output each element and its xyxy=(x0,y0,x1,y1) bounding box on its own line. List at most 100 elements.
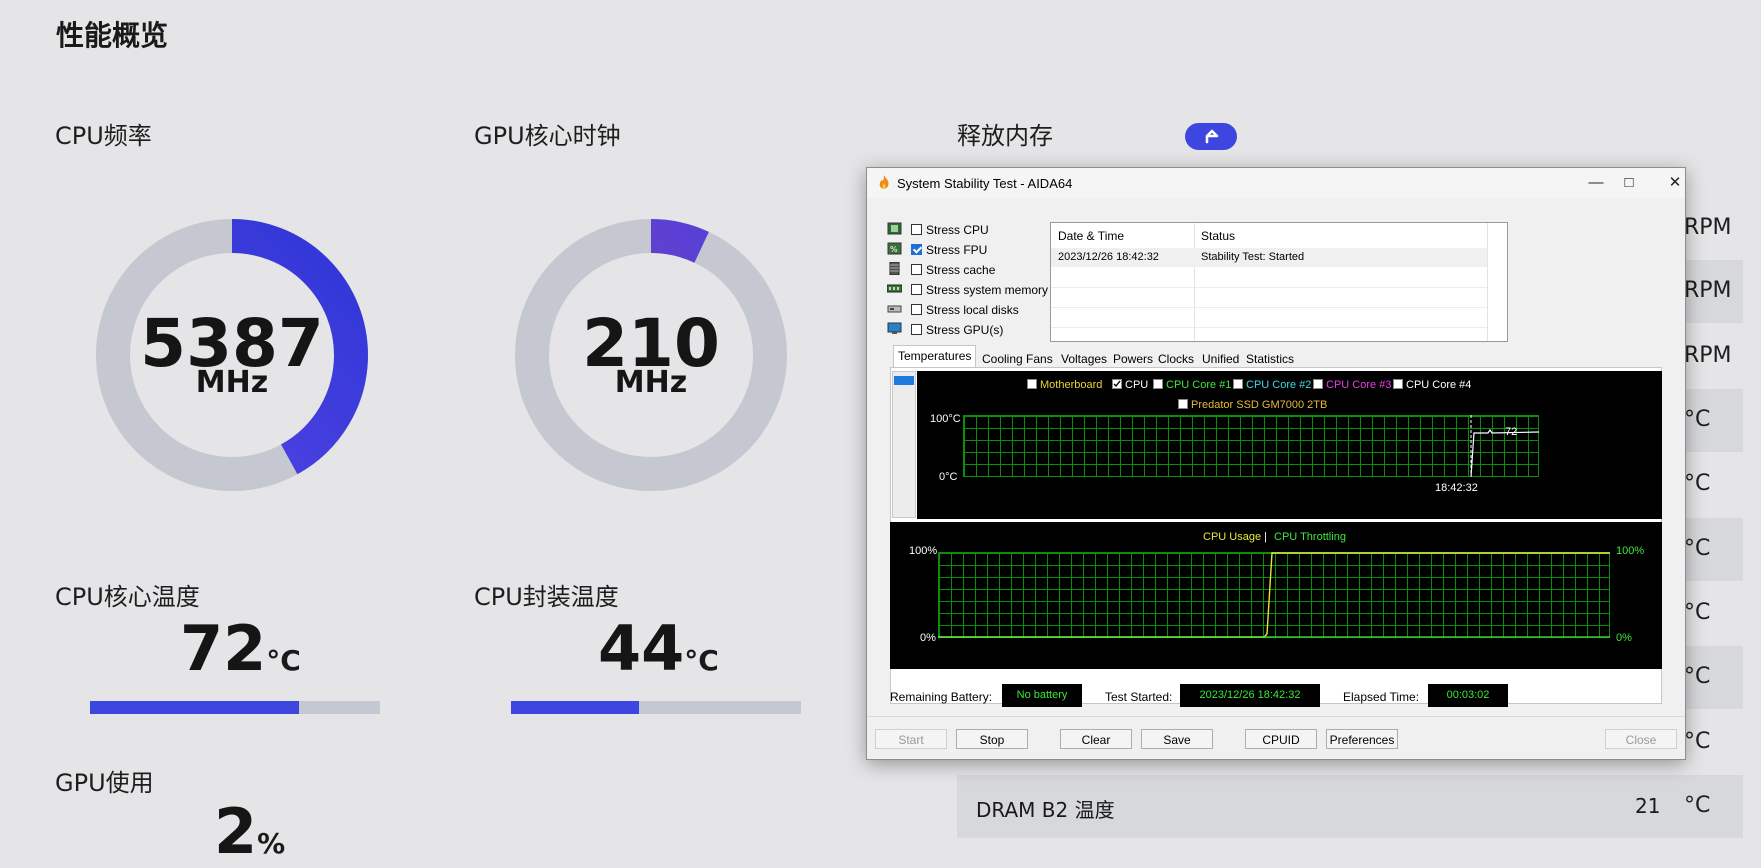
legend-motherboard: Motherboard xyxy=(1040,379,1103,391)
clear-button[interactable]: Clear xyxy=(1060,729,1132,749)
log-header-status: Status xyxy=(1201,229,1236,243)
window-title: System Stability Test - AIDA64 xyxy=(897,176,1073,191)
legend-cpu: CPU xyxy=(1125,379,1149,391)
fpu-icon: % xyxy=(887,242,902,255)
cpu-package-temp-unit: °C xyxy=(684,644,719,677)
legend-ssd: Predator SSD GM7000 2TB xyxy=(1191,399,1328,411)
stress-gpu-checkbox[interactable] xyxy=(911,324,922,335)
release-memory-label: 释放内存 xyxy=(957,122,1053,150)
log-header: Date & Time Status xyxy=(1051,223,1488,341)
tab-temperatures[interactable]: Temperatures xyxy=(893,345,977,369)
usage-y-top-right: 100% xyxy=(1616,545,1645,557)
temp-current-value: 72 xyxy=(1505,426,1518,438)
cpu-package-temp-label: CPU封装温度 xyxy=(474,583,619,611)
stress-fpu-checkbox[interactable] xyxy=(911,244,922,255)
disk-icon xyxy=(887,305,902,313)
stress-cache-checkbox[interactable] xyxy=(911,264,922,275)
cpu-core-temp-unit: °C xyxy=(266,644,301,677)
gpu-usage-readout: 2% xyxy=(214,795,285,868)
sensor-value: 21 xyxy=(1635,794,1661,818)
legend-core4: CPU Core #4 xyxy=(1406,379,1472,391)
cpu-freq-label: CPU频率 xyxy=(55,122,152,150)
cpu-package-temp-bar-fill xyxy=(511,701,639,714)
memory-icon xyxy=(887,284,902,293)
cpu-core-temp-label: CPU核心温度 xyxy=(55,583,200,611)
release-memory-button[interactable] xyxy=(1185,123,1237,150)
stress-fpu-label: Stress FPU xyxy=(926,243,988,257)
usage-y-bottom-left: 0% xyxy=(920,632,936,644)
stress-disks-checkbox[interactable] xyxy=(911,304,922,315)
flame-icon xyxy=(879,175,889,189)
cpu-freq-gauge: 5387 MHz xyxy=(82,205,382,505)
usage-y-top-left: 100% xyxy=(909,545,938,557)
cpu-package-temp-value: 44 xyxy=(598,612,685,685)
minimize-icon[interactable]: — xyxy=(1581,172,1611,194)
elapsed-value: 00:03:02 xyxy=(1428,684,1508,707)
maximize-icon[interactable]: □ xyxy=(1614,172,1644,194)
page-title: 性能概览 xyxy=(56,19,169,52)
cpu-freq-unit: MHz xyxy=(195,365,269,400)
gpu-clock-gauge: 210 MHz xyxy=(501,205,801,505)
cpu-core-temp-bar xyxy=(90,701,380,714)
legend-core3: CPU Core #3 xyxy=(1326,379,1392,391)
test-started-value: 2023/12/26 18:42:32 xyxy=(1180,684,1320,707)
sensor-row-dram-b2: DRAM B2 温度 21 °C xyxy=(957,775,1743,838)
sensor-list-scroll[interactable] xyxy=(892,371,916,518)
elapsed-label: Elapsed Time: xyxy=(1343,690,1420,704)
status-log-table[interactable]: Date & Time Status 2023/12/26 18:42:32 S… xyxy=(1050,222,1508,342)
cpu-core-temp-readout: 72°C xyxy=(180,612,301,685)
stress-cpu-label: Stress CPU xyxy=(926,223,989,237)
stress-memory-label: Stress system memory xyxy=(926,283,1049,297)
log-row[interactable]: 2023/12/26 18:42:32 Stability Test: Star… xyxy=(1051,248,1487,267)
temperature-chart: Motherboard CPU CPU Core #1 CPU Core #2 … xyxy=(917,371,1662,519)
legend-core1: CPU Core #1 xyxy=(1166,379,1232,391)
close-button[interactable]: Close xyxy=(1605,729,1677,749)
legend-core2-checkbox[interactable] xyxy=(1233,379,1243,389)
temp-y-bottom: 0°C xyxy=(939,471,958,483)
preferences-button[interactable]: Preferences xyxy=(1326,729,1398,749)
cpu-usage-chart: CPU Usage | CPU Throttling 100% 0% 100% … xyxy=(890,522,1662,669)
gpu-usage-label: GPU使用 xyxy=(55,769,154,797)
cpuid-button[interactable]: CPUID xyxy=(1245,729,1317,749)
legend-cpu-checkbox[interactable] xyxy=(1112,379,1122,389)
cpu-icon xyxy=(887,222,902,235)
log-row-datetime: 2023/12/26 18:42:32 xyxy=(1058,251,1159,263)
stress-memory-checkbox[interactable] xyxy=(911,284,922,295)
cpu-core-temp-value: 72 xyxy=(180,612,267,685)
usage-series-line xyxy=(938,552,1610,638)
aida64-window[interactable]: System Stability Test - AIDA64 — □ ✕ Str… xyxy=(866,167,1686,760)
cpu-package-temp-bar xyxy=(511,701,801,714)
cpu-core-temp-bar-fill xyxy=(90,701,299,714)
test-started-label: Test Started: xyxy=(1105,690,1173,704)
gpu-icon xyxy=(887,322,902,334)
stress-gpu-label: Stress GPU(s) xyxy=(926,323,1004,337)
stop-button[interactable]: Stop xyxy=(956,729,1028,749)
stress-cpu-checkbox[interactable] xyxy=(911,224,922,235)
temp-y-top: 100°C xyxy=(930,413,961,425)
usage-title-sep: | xyxy=(1264,531,1267,543)
sensor-name: DRAM B2 温度 xyxy=(976,798,1115,822)
gpu-clock-unit: MHz xyxy=(614,365,688,400)
svg-text:%: % xyxy=(890,245,898,254)
cpu-package-temp-readout: 44°C xyxy=(598,612,719,685)
temp-series-line xyxy=(1470,415,1539,477)
save-button[interactable]: Save xyxy=(1141,729,1213,749)
legend-core2: CPU Core #2 xyxy=(1246,379,1312,391)
usage-y-bottom-right: 0% xyxy=(1616,632,1632,644)
gpu-usage-unit: % xyxy=(257,827,286,860)
legend-ssd-checkbox[interactable] xyxy=(1178,399,1188,409)
legend-motherboard-checkbox[interactable] xyxy=(1027,379,1037,389)
window-titlebar[interactable]: System Stability Test - AIDA64 — □ ✕ xyxy=(867,168,1685,198)
close-icon[interactable]: ✕ xyxy=(1660,172,1690,194)
log-row-status: Stability Test: Started xyxy=(1201,251,1305,263)
usage-title-cpu: CPU Usage xyxy=(1203,531,1262,543)
usage-title-throttling: CPU Throttling xyxy=(1274,531,1346,543)
temp-x-label: 18:42:32 xyxy=(1435,482,1478,494)
gpu-clock-label: GPU核心时钟 xyxy=(474,122,621,150)
legend-core3-checkbox[interactable] xyxy=(1313,379,1323,389)
arrow-up-right-icon xyxy=(1205,129,1219,144)
battery-label: Remaining Battery: xyxy=(890,690,993,704)
legend-core4-checkbox[interactable] xyxy=(1393,379,1403,389)
start-button[interactable]: Start xyxy=(875,729,947,749)
legend-core1-checkbox[interactable] xyxy=(1153,379,1163,389)
